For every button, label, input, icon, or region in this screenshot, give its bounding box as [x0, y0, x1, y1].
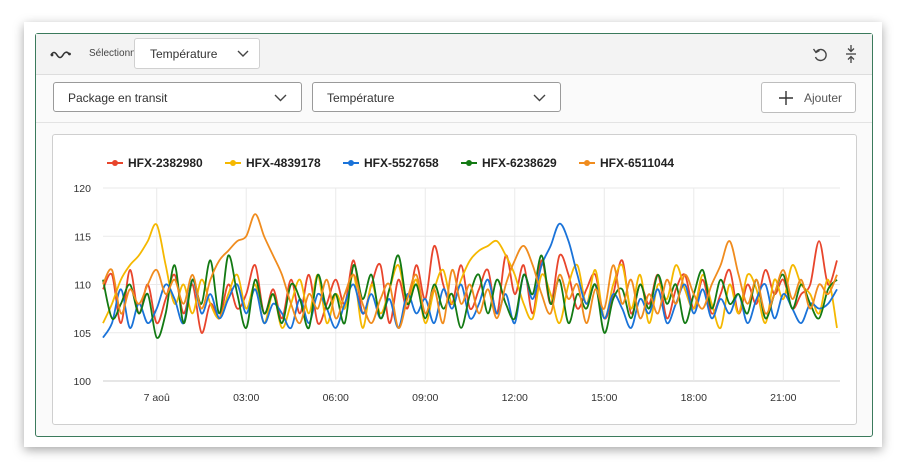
panel-toolbar: Sélectionner Température	[36, 34, 872, 75]
legend-marker	[584, 160, 590, 166]
x-tick-label: 12:00	[502, 392, 528, 404]
temperature-chart: 120 115 110 105 100 7 aoû 03:00 06:00 09:00 12:00…	[73, 156, 840, 404]
series-line	[102, 254, 838, 339]
y-tick-label: 115	[74, 231, 91, 243]
chevron-down-icon	[274, 94, 287, 102]
x-tick-label: 15:00	[591, 392, 617, 404]
y-tick-label: 105	[73, 328, 91, 340]
filter-bar: Package en transit Température Ajouter	[36, 75, 872, 123]
plus-icon	[779, 91, 793, 105]
metric-select-value: Température	[150, 47, 218, 61]
legend-marker	[230, 160, 236, 166]
chevron-down-icon	[237, 50, 249, 57]
x-tick-label: 21:00	[770, 392, 796, 404]
legend-marker	[112, 160, 118, 166]
y-tick-label: 100	[73, 376, 91, 388]
add-button[interactable]: Ajouter	[761, 82, 856, 113]
x-tick-label: 03:00	[233, 392, 259, 404]
filter-metric-value: Température	[327, 91, 395, 105]
x-tick-label: 7 aoû	[144, 392, 170, 404]
metric-select[interactable]: Température	[134, 38, 260, 69]
wave-icon	[50, 51, 71, 59]
legend-label: HFX-4839178	[246, 156, 321, 170]
legend-marker	[348, 160, 354, 166]
x-tick-label: 18:00	[681, 392, 707, 404]
legend-label: HFX-6511044	[600, 156, 674, 170]
y-tick-label: 120	[73, 183, 91, 195]
series-line	[102, 222, 838, 339]
add-button-label: Ajouter	[804, 91, 843, 105]
chart-card: 120 115 110 105 100 7 aoû 03:00 06:00 09:00 12:00…	[52, 134, 857, 425]
legend-label: HFX-5527658	[364, 156, 439, 170]
package-select[interactable]: Package en transit	[53, 82, 302, 112]
legend-label: HFX-2382980	[128, 156, 203, 170]
metrics-panel: Sélectionner Température Package en tran…	[35, 33, 873, 437]
y-tick-label: 110	[74, 280, 91, 292]
x-tick-label: 06:00	[323, 392, 349, 404]
x-tick-label: 09:00	[412, 392, 438, 404]
package-select-value: Package en transit	[68, 91, 168, 105]
legend-marker	[466, 160, 472, 166]
legend-label: HFX-6238629	[482, 156, 557, 170]
chevron-down-icon	[533, 94, 546, 102]
collapse-icon[interactable]	[844, 44, 858, 64]
undo-icon[interactable]	[812, 46, 828, 62]
filter-metric-select[interactable]: Température	[312, 82, 561, 112]
